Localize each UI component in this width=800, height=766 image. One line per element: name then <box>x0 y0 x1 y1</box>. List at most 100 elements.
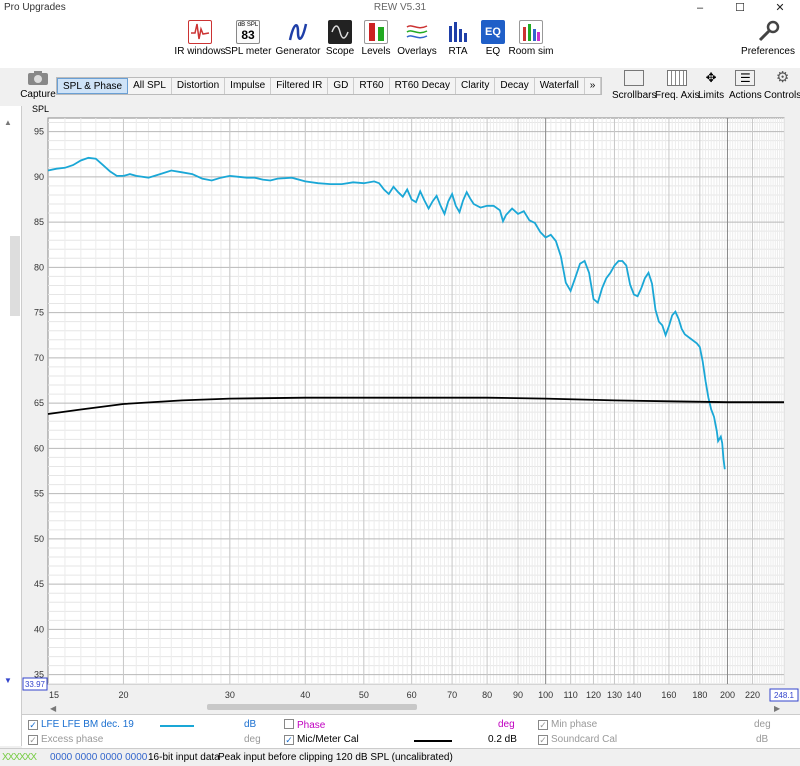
scroll-up-icon[interactable]: ▲ <box>4 118 12 127</box>
scrollbars-icon <box>624 70 645 86</box>
y-tick-label: 60 <box>34 443 44 453</box>
y-tick-label: 55 <box>34 489 44 499</box>
min-phase-checkbox[interactable]: ✓ <box>538 720 548 730</box>
tab-all-spl[interactable]: All SPL <box>128 78 172 94</box>
input-counters: 0000 0000 0000 0000 <box>50 752 148 763</box>
y-tick-label: 50 <box>34 534 44 544</box>
x-tick-label: 30 <box>225 690 235 700</box>
left-panel: ▲ ▼ <box>0 106 22 746</box>
camera-icon <box>28 71 48 85</box>
scroll-right-icon: ▶ <box>774 704 781 713</box>
tab-clarity[interactable]: Clarity <box>456 78 496 94</box>
scroll-left-icon: ◀ <box>50 704 57 713</box>
spl-meter-icon: dB SPL 83 <box>236 20 260 44</box>
x-max-value: 248.1 <box>774 691 795 700</box>
y-tick-label: 95 <box>34 127 44 137</box>
x-tick-label: 40 <box>300 690 310 700</box>
scrollbars-button[interactable]: Scrollbars <box>612 70 656 101</box>
tab-filtered-ir[interactable]: Filtered IR <box>271 78 329 94</box>
tab-decay[interactable]: Decay <box>495 78 535 94</box>
legend-panel: ✓ LFE LFE BM dec. 19 dB Phase deg ✓ Min ph… <box>22 714 800 748</box>
capture-label: Capture <box>20 89 56 100</box>
preferences-label: Preferences <box>741 46 795 57</box>
x-tick-label: 50 <box>359 690 369 700</box>
tab-more[interactable]: » <box>585 78 602 94</box>
soundcard-cal-unit: dB <box>756 734 769 745</box>
legend-min-phase[interactable]: ✓ Min phase <box>538 719 597 730</box>
y-tick-label: 45 <box>34 579 44 589</box>
x-tick-label: 15 <box>49 690 59 700</box>
mic-cal-checkbox[interactable]: ✓ <box>284 735 294 745</box>
y-tick-label: 70 <box>34 353 44 363</box>
legend-phase[interactable]: Phase <box>284 719 325 731</box>
actions-button[interactable]: ☰ Actions <box>729 70 762 101</box>
lfe-unit: dB <box>244 719 257 730</box>
min-phase-legend-label: Min phase <box>551 719 598 730</box>
legend-mic-cal[interactable]: ✓ Mic/Meter Cal <box>284 734 359 745</box>
left-scroll-thumb[interactable] <box>10 236 20 316</box>
y-tick-label: 65 <box>34 398 44 408</box>
min-phase-unit: deg <box>754 719 771 730</box>
x-tick-label: 200 <box>720 690 735 700</box>
x-tick-label: 20 <box>118 690 128 700</box>
spl-badge-value: 83 <box>241 28 255 42</box>
x-tick-label: 110 <box>563 690 577 700</box>
tab-waterfall[interactable]: Waterfall <box>535 78 585 94</box>
x-tick-label: 120 <box>586 690 601 700</box>
mic-cal-legend-swatch <box>414 740 452 742</box>
x-tick-label: 80 <box>482 690 492 700</box>
phase-checkbox[interactable] <box>284 719 294 729</box>
x-tick-label: 140 <box>626 690 641 700</box>
maximize-icon[interactable]: ☐ <box>720 0 760 16</box>
excess-phase-legend-label: Excess phase <box>41 734 104 745</box>
tab-rt60[interactable]: RT60 <box>354 78 390 94</box>
tab-distortion[interactable]: Distortion <box>172 78 226 94</box>
legend-excess-phase[interactable]: ✓ Excess phase <box>28 734 103 745</box>
scroll-down-icon[interactable]: ▼ <box>4 676 12 685</box>
input-meters: XXXXXX <box>2 752 37 763</box>
room-sim-icon <box>519 20 543 44</box>
x-tick-label: 220 <box>745 690 760 700</box>
phase-unit: deg <box>498 719 515 730</box>
limits-button[interactable]: ✥ Limits <box>698 70 724 101</box>
main-toolbar: IR windows dB SPL 83 SPL meter Generator… <box>0 16 800 68</box>
preferences-button[interactable]: Preferences <box>738 20 798 57</box>
phase-legend-label: Phase <box>297 720 326 731</box>
lfe-legend-label: LFE LFE BM dec. 19 <box>41 719 134 730</box>
room-sim-label: Room sim <box>508 46 554 57</box>
y-tick-label: 80 <box>34 262 44 272</box>
input-format: 16-bit input data <box>148 752 220 763</box>
y-tick-label: 85 <box>34 217 44 227</box>
capture-button[interactable]: Capture <box>18 70 58 100</box>
tab-rt60-decay[interactable]: RT60 Decay <box>390 78 456 94</box>
minimize-icon[interactable]: – <box>680 0 720 16</box>
excess-phase-checkbox[interactable]: ✓ <box>28 735 38 745</box>
y-min-value: 33.97 <box>25 680 46 689</box>
legend-lfe[interactable]: ✓ LFE LFE BM dec. 19 <box>28 719 134 730</box>
view-tabs: SPL & Phase All SPL Distortion Impulse F… <box>56 77 603 95</box>
lfe-legend-swatch <box>160 725 194 727</box>
mic-cal-value: 0.2 dB <box>488 734 517 745</box>
freq-axis-button[interactable]: Freq. Axis <box>655 70 699 101</box>
x-tick-label: 160 <box>661 690 676 700</box>
tab-impulse[interactable]: Impulse <box>225 78 272 94</box>
spl-phase-chart[interactable]: 3540455055606570758085909520 30 40 50 60 70 80… <box>22 100 800 715</box>
legend-soundcard-cal[interactable]: ✓ Soundcard Cal <box>538 734 617 745</box>
soundcard-cal-checkbox[interactable]: ✓ <box>538 735 548 745</box>
room-sim-button[interactable]: Room sim <box>501 20 561 57</box>
freq-axis-icon <box>667 70 688 86</box>
h-scrollbar-thumb <box>207 704 417 710</box>
ir-windows-icon <box>188 20 212 44</box>
lfe-checkbox[interactable]: ✓ <box>28 720 38 730</box>
controls-button[interactable]: ⚙ Controls <box>764 70 800 102</box>
tab-gd[interactable]: GD <box>328 78 355 94</box>
limits-icon: ✥ <box>705 70 717 85</box>
x-tick-label: 130 <box>607 690 622 700</box>
x-tick-label: 70 <box>447 690 457 700</box>
y-tick-label: 40 <box>34 624 44 634</box>
tab-spl-phase[interactable]: SPL & Phase <box>57 78 129 94</box>
status-bar: XXXXXX 0000 0000 0000 0000 16-bit input … <box>0 748 800 766</box>
close-icon[interactable]: ✕ <box>760 0 800 16</box>
generator-icon <box>286 20 310 44</box>
levels-icon <box>364 20 388 44</box>
